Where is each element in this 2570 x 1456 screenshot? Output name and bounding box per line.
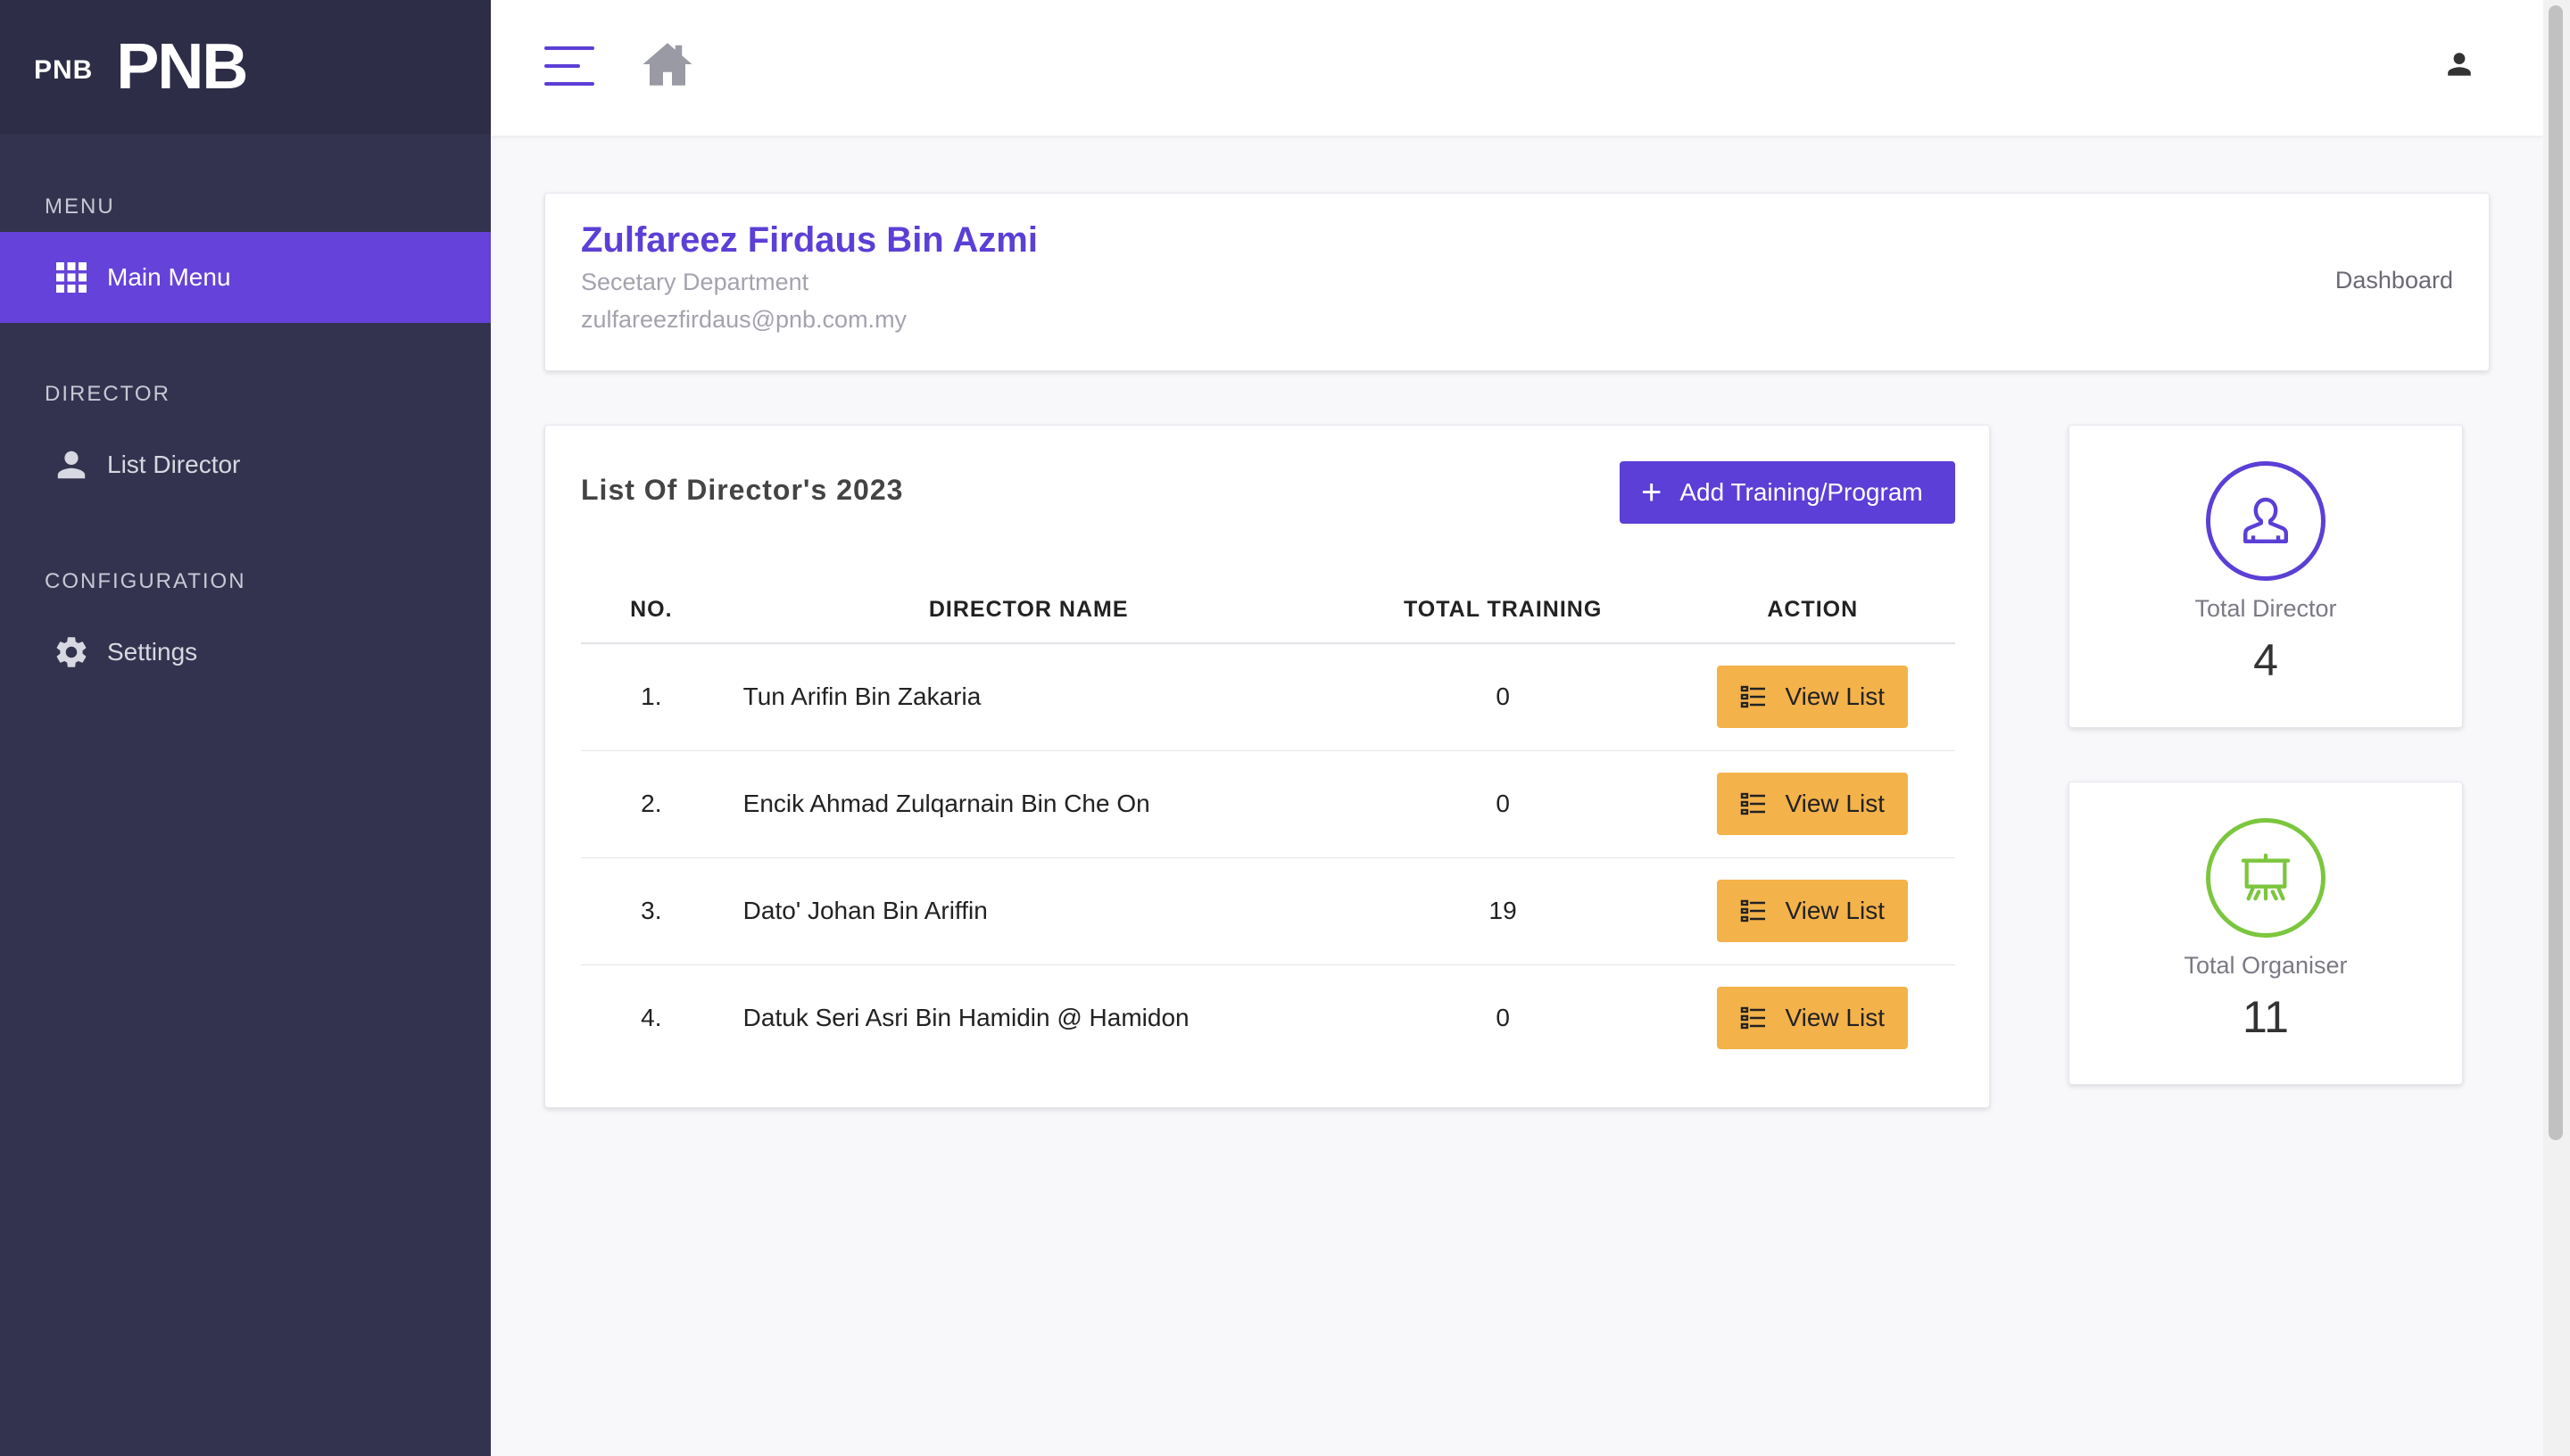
- grid-icon: [52, 258, 91, 297]
- total-director-label: Total Director: [2194, 595, 2337, 622]
- table-header-row: NO. DIRECTOR NAME TOTAL TRAINING ACTION: [581, 577, 1955, 644]
- menu-section-title: MENU: [45, 194, 115, 219]
- row-number: 2.: [581, 750, 722, 858]
- add-training-label: Add Training/Program: [1679, 478, 1923, 506]
- sidebar-item-list-director[interactable]: List Director: [0, 419, 491, 510]
- plus-icon: +: [1641, 473, 1662, 512]
- hamburger-icon[interactable]: [544, 46, 594, 86]
- profile-card: Zulfareez Firdaus Bin Azmi Secetary Depa…: [544, 193, 2490, 371]
- user-outline-icon: [2206, 461, 2325, 581]
- director-name: Tun Arifin Bin Zakaria: [721, 643, 1336, 751]
- total-director-value: 4: [2253, 635, 2278, 685]
- profile-email: zulfareezfirdaus@pnb.com.my: [581, 306, 908, 333]
- breadcrumb: Dashboard: [2334, 267, 2453, 294]
- view-list-button[interactable]: View List: [1717, 773, 1909, 835]
- total-training: 0: [1335, 750, 1670, 858]
- row-number: 1.: [581, 643, 722, 751]
- sidebar-item-main-menu[interactable]: Main Menu: [0, 232, 491, 323]
- total-organiser-value: 11: [2243, 992, 2289, 1042]
- column-header-total-training: TOTAL TRAINING: [1335, 577, 1670, 644]
- view-list-label: View List: [1785, 790, 1886, 817]
- sidebar-item-label: Main Menu: [107, 263, 231, 291]
- profile-name: Zulfareez Firdaus Bin Azmi: [581, 220, 1038, 260]
- director-name: Datuk Seri Asri Bin Hamidin @ Hamidon: [742, 1004, 1190, 1032]
- user-icon[interactable]: [2445, 50, 2474, 79]
- brand-logo[interactable]: PNB PNB: [0, 0, 491, 134]
- column-header-no: NO.: [581, 577, 722, 644]
- director-name: Encik Ahmad Zulqarnain Bin Che On: [721, 750, 1336, 858]
- director-list-title: List Of Director's 2023: [581, 474, 904, 506]
- table-row: 2. Encik Ahmad Zulqarnain Bin Che On 0 V…: [581, 750, 1955, 858]
- sidebar-item-label: Settings: [107, 638, 198, 666]
- list-icon: [1741, 1007, 1766, 1030]
- table-row: 4. Datuk Seri Asri Bin Hamidin @ Hamidon…: [581, 964, 1955, 1071]
- sidebar-item-label: List Director: [107, 451, 241, 478]
- row-number: 3.: [581, 857, 722, 965]
- director-table: NO. DIRECTOR NAME TOTAL TRAINING ACTION …: [581, 577, 1955, 1071]
- gear-icon: [52, 633, 91, 672]
- profile-department: Secetary Department: [581, 269, 809, 295]
- view-list-button[interactable]: View List: [1717, 987, 1909, 1050]
- brand-small-text: PNB: [34, 55, 94, 85]
- presentation-icon: [2206, 818, 2325, 938]
- total-organiser-label: Total Organiser: [2184, 952, 2348, 979]
- table-row: 1. Tun Arifin Bin Zakaria 0 View List: [581, 643, 1955, 751]
- sidebar: PNB PNB MENU Main Menu DIRECTOR List Dir…: [0, 0, 491, 1456]
- configuration-section-title: CONFIGURATION: [45, 569, 246, 593]
- total-training: 0: [1496, 1004, 1510, 1032]
- total-training: 19: [1335, 857, 1670, 965]
- home-icon[interactable]: [641, 39, 694, 89]
- view-list-button[interactable]: View List: [1717, 666, 1909, 729]
- row-number: 4.: [641, 1004, 662, 1032]
- total-director-card[interactable]: Total Director 4: [2068, 425, 2463, 728]
- person-icon: [52, 445, 91, 484]
- view-list-button[interactable]: View List: [1717, 880, 1909, 942]
- director-name: Dato' Johan Bin Ariffin: [721, 857, 1336, 965]
- total-training: 0: [1335, 643, 1670, 751]
- brand-big-text: PNB: [116, 31, 248, 103]
- list-icon: [1741, 899, 1766, 922]
- column-header-director-name: DIRECTOR NAME: [721, 577, 1336, 644]
- director-list-card: List Of Director's 2023 + Add Training/P…: [544, 425, 1990, 1108]
- director-section-title: DIRECTOR: [45, 382, 170, 406]
- list-icon: [1741, 686, 1766, 708]
- list-icon: [1741, 792, 1766, 815]
- add-training-button[interactable]: + Add Training/Program: [1620, 461, 1955, 524]
- total-organiser-card[interactable]: Total Organiser 11: [2068, 782, 2463, 1085]
- scrollbar-thumb[interactable]: [2549, 5, 2563, 1140]
- view-list-label: View List: [1785, 682, 1886, 711]
- column-header-action: ACTION: [1670, 577, 1955, 644]
- table-row: 3. Dato' Johan Bin Ariffin 19 View List: [581, 857, 1955, 965]
- view-list-label: View List: [1785, 1004, 1886, 1032]
- sidebar-item-settings[interactable]: Settings: [0, 607, 491, 698]
- view-list-label: View List: [1785, 897, 1886, 924]
- top-bar: [491, 0, 2543, 136]
